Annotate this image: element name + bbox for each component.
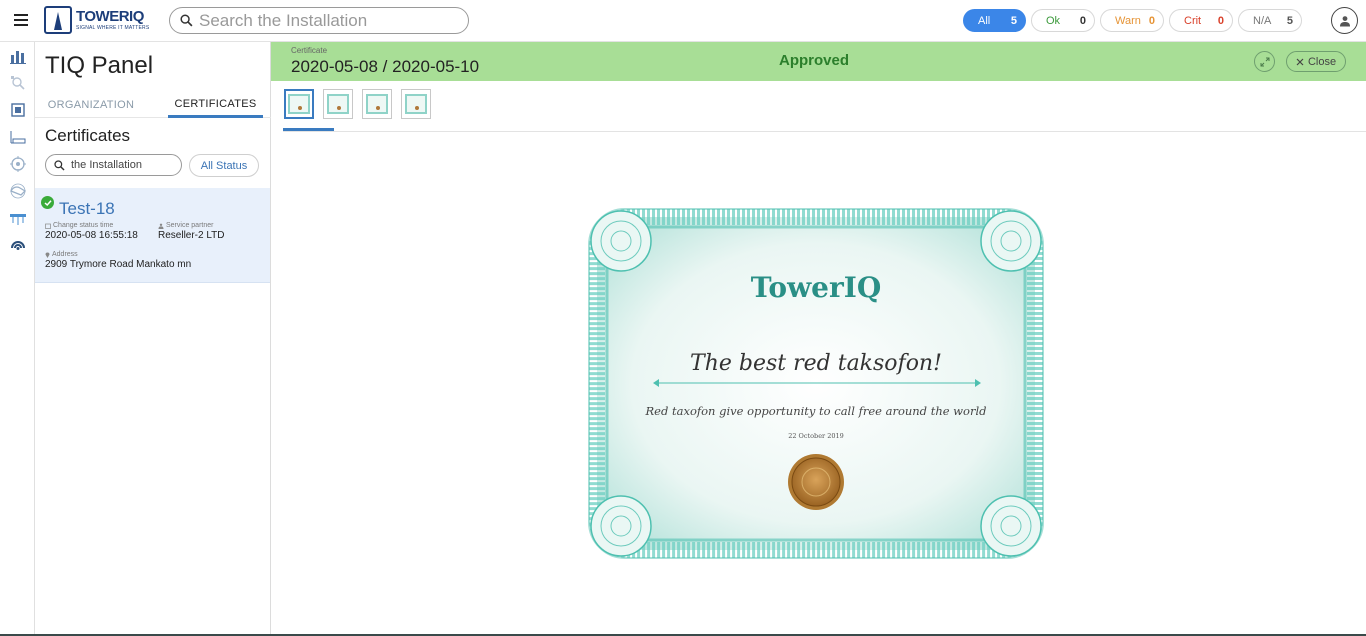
panel-title: TIQ Panel: [45, 52, 154, 79]
address-value: 2909 Trymore Road Mankato mn: [45, 259, 192, 270]
device-icon[interactable]: [0, 96, 35, 123]
logo-name: TOWERIQ: [76, 8, 144, 25]
panel-tabs: ORGANIZATION CERTIFICATES: [35, 92, 271, 118]
certificate-list-item[interactable]: Test-18 Change status time 2020-05-08 16…: [35, 188, 270, 283]
certificate-date: 22 October 2019: [788, 432, 844, 440]
filter-na-button[interactable]: N/A 5: [1238, 9, 1302, 32]
tab-organization[interactable]: ORGANIZATION: [35, 92, 147, 118]
logo[interactable]: TOWERIQ SIGNAL WHERE IT MATTERS: [44, 6, 149, 34]
filter-crit-count: 0: [1217, 14, 1224, 27]
expand-icon: [1260, 57, 1269, 66]
handshake-icon[interactable]: [0, 177, 35, 204]
certificate-graphic: TowerIQ The best red taksofon! Red taxof…: [588, 208, 1044, 559]
filter-all-count: 5: [1010, 14, 1017, 27]
search-bar[interactable]: [169, 7, 469, 34]
left-rail: [0, 42, 35, 636]
thumbnail-4[interactable]: [401, 89, 431, 119]
top-bar: TOWERIQ SIGNAL WHERE IT MATTERS All 5 Ok 0…: [0, 0, 1366, 42]
change-status-value: 2020-05-08 16:55:18: [45, 230, 138, 241]
certificate-brand: TowerIQ: [751, 271, 881, 304]
section-title: Certificates: [45, 126, 131, 145]
calendar-icon: [45, 223, 51, 229]
certificate-search[interactable]: [45, 154, 182, 176]
filter-na-count: 5: [1286, 14, 1293, 27]
logo-tagline: SIGNAL WHERE IT MATTERS: [76, 25, 150, 31]
thumbnail-2[interactable]: [323, 89, 353, 119]
service-partner-label: Service partner: [158, 222, 213, 229]
signal-icon[interactable]: [0, 231, 35, 258]
filter-crit-button[interactable]: Crit 0: [1169, 9, 1233, 32]
certificate-viewer: Certificate 2020-05-08 / 2020-05-10 Appr…: [271, 42, 1366, 636]
search-map-icon[interactable]: [0, 69, 35, 96]
certificate-status: Approved: [779, 52, 850, 69]
certificate-name: Test-18: [59, 199, 115, 218]
certificate-headline: The best red taksofon!: [690, 351, 942, 376]
logo-mark-icon: [44, 6, 72, 34]
certificate-search-input[interactable]: [71, 159, 176, 171]
filter-all-button[interactable]: All 5: [963, 9, 1026, 32]
filter-na-label: N/A: [1253, 14, 1272, 27]
dashboard-icon[interactable]: [0, 42, 35, 69]
tab-certificates[interactable]: CERTIFICATES: [168, 92, 263, 118]
thumbnail-divider: [283, 131, 1366, 132]
certificate-subline: Red taxofon give opportunity to call fre…: [645, 404, 987, 418]
banner-label: Certificate: [291, 46, 328, 55]
thumbnail-1[interactable]: [284, 89, 314, 119]
approved-check-icon: [41, 196, 54, 209]
filter-warn-count: 0: [1148, 14, 1155, 27]
thumbnail-image: [405, 94, 427, 114]
status-filters: All 5 Ok 0 Warn 0 Crit 0 N/A 5: [963, 9, 1302, 32]
close-label: Close: [1307, 55, 1337, 68]
certificate-banner: Certificate 2020-05-08 / 2020-05-10 Appr…: [271, 42, 1366, 81]
user-icon: [1339, 15, 1350, 26]
thumbnail-image: [288, 94, 310, 114]
thumbnail-image: [366, 94, 388, 114]
person-icon: [158, 223, 164, 229]
network-icon[interactable]: [0, 123, 35, 150]
search-icon: [54, 159, 65, 171]
menu-icon[interactable]: [14, 14, 28, 26]
location-pin-icon: [45, 252, 50, 258]
search-icon: [180, 14, 193, 27]
expand-button[interactable]: [1254, 51, 1275, 72]
target-icon[interactable]: [0, 150, 35, 177]
change-status-label: Change status time: [45, 222, 113, 229]
tiq-panel: TIQ Panel ORGANIZATION CERTIFICATES Cert…: [35, 42, 271, 636]
close-icon: [1296, 58, 1304, 65]
tower-icon[interactable]: [0, 204, 35, 231]
all-status-button[interactable]: All Status: [189, 154, 259, 177]
certificate-dates: 2020-05-08 / 2020-05-10: [291, 57, 480, 76]
filter-warn-label: Warn: [1115, 14, 1141, 27]
address-label: Address: [45, 251, 78, 258]
filter-crit-label: Crit: [1184, 14, 1202, 27]
filter-all-label: All: [978, 14, 991, 27]
filter-ok-button[interactable]: Ok 0: [1031, 9, 1095, 32]
thumbnail-image: [327, 94, 349, 114]
filter-ok-count: 0: [1079, 14, 1086, 27]
filter-ok-label: Ok: [1046, 14, 1061, 27]
thumbnail-3[interactable]: [362, 89, 392, 119]
close-button[interactable]: Close: [1286, 51, 1346, 72]
user-account-button[interactable]: [1331, 7, 1358, 34]
filter-warn-button[interactable]: Warn 0: [1100, 9, 1164, 32]
service-partner-value: Reseller-2 LTD: [158, 230, 225, 241]
search-input[interactable]: [199, 10, 459, 31]
certificate-thumbnails: [284, 89, 431, 119]
certificate-image: TowerIQ The best red taksofon! Red taxof…: [585, 205, 1047, 562]
